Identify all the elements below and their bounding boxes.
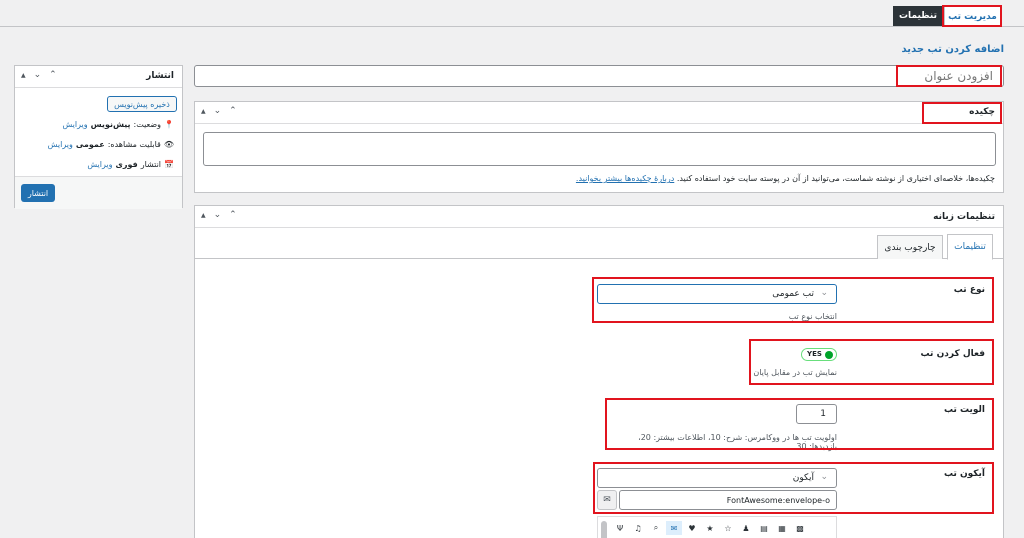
top-tab-bar: تنظیمات مدیریت تب	[0, 0, 1024, 27]
chevron-up-icon[interactable]: ⌃	[229, 106, 237, 116]
triangle-up-icon[interactable]: ▲	[201, 210, 206, 220]
user-icon[interactable]: ♟	[738, 521, 754, 535]
panel-controls: ▲ ⌄ ⌃	[201, 210, 237, 220]
subtab-framing[interactable]: چارچوب بندی	[877, 235, 943, 259]
tab-settings-panel: ▲ ⌄ ⌃ تنظیمات زبانه تنظیمات چارچوب بندی …	[194, 205, 1004, 538]
chevron-up-icon[interactable]: ⌃	[229, 210, 237, 220]
priority-desc: اولویت تب ها در ووکامرس: شرح: 10، اطلاعا…	[638, 433, 837, 451]
tab-settings[interactable]: تنظیمات	[893, 6, 943, 26]
toggle-dot	[825, 351, 833, 359]
excerpt-panel-header: ▲ ⌄ ⌃ چکیده	[195, 102, 1003, 124]
visibility-value: عمومی	[75, 140, 105, 149]
triangle-up-icon[interactable]: ▲	[201, 106, 206, 116]
visibility-edit-link[interactable]: ویرایش	[48, 140, 73, 149]
tab-type-select[interactable]: تب عمومی ⌄	[597, 284, 837, 304]
tab-manage[interactable]: مدیریت تب	[944, 6, 1001, 26]
visibility-label: قابلیت مشاهده:	[107, 140, 161, 149]
scrollbar[interactable]	[601, 521, 607, 538]
priority-input[interactable]: 1	[796, 404, 837, 424]
filter-icon[interactable]: Ψ	[612, 521, 628, 535]
envelope-icon[interactable]: ✉	[666, 521, 682, 535]
excerpt-help-text: چکیده‌ها، خلاصه‌ای اختیاری از نوشته شماس…	[676, 174, 995, 183]
icon-picker: Ψ ♫ ⌕ ✉ ♥ ★ ☆ ♟ ▤ ▦ ▩	[597, 516, 837, 538]
th-large-icon[interactable]: ▦	[774, 521, 790, 535]
tab-settings-title: تنظیمات زبانه	[933, 212, 995, 222]
panel-controls: ▲ ⌄ ⌃	[201, 106, 237, 116]
schedule-edit-link[interactable]: ویرایش	[87, 160, 112, 169]
status-edit-link[interactable]: ویرایش	[62, 120, 87, 129]
film-icon[interactable]: ▤	[756, 521, 772, 535]
envelope-icon: ✉	[597, 490, 617, 510]
chevron-down-icon[interactable]: ⌄	[214, 210, 222, 220]
page-title: اضافه کردن تب جدید	[901, 44, 1004, 55]
chevron-down-icon: ⌄	[820, 288, 828, 298]
icon-label: آیکون تب	[943, 469, 985, 479]
tab-type-value: تب عمومی	[772, 289, 814, 299]
excerpt-panel: ▲ ⌄ ⌃ چکیده چکیده‌ها، خلاصه‌ای اختیاری ا…	[194, 101, 1004, 193]
icon-grid: Ψ ♫ ⌕ ✉ ♥ ★ ☆ ♟ ▤ ▦ ▩	[612, 521, 808, 535]
publish-actions: انتشار	[15, 176, 182, 209]
activate-desc: نمایش تب در مقابل پایان	[753, 368, 837, 377]
triangle-up-icon[interactable]: ▲	[21, 70, 26, 80]
star-icon[interactable]: ★	[702, 521, 718, 535]
star-outline-icon[interactable]: ☆	[720, 521, 736, 535]
publish-panel-header: ▲ ⌄ ⌃ انتشار	[15, 66, 182, 88]
schedule-value: فوری	[115, 160, 138, 169]
panel-controls: ▲ ⌄ ⌃	[21, 70, 57, 80]
excerpt-help: چکیده‌ها، خلاصه‌ای اختیاری از نوشته شماس…	[576, 174, 995, 183]
heart-icon[interactable]: ♥	[684, 521, 700, 535]
chevron-down-icon[interactable]: ⌄	[214, 106, 222, 116]
publish-title: انتشار	[146, 71, 174, 81]
status-label: وضعیت:	[133, 120, 162, 129]
title-input[interactable]	[194, 65, 1004, 87]
icon-value-input[interactable]: FontAwesome:envelope-o	[619, 490, 837, 510]
pin-icon: 📍	[164, 120, 174, 129]
schedule-label: انتشار	[140, 160, 162, 169]
activate-label: فعال کردن تب	[920, 349, 985, 359]
subtab-bar: تنظیمات چارچوب بندی	[195, 234, 1003, 260]
excerpt-title: چکیده	[969, 107, 995, 117]
excerpt-textarea[interactable]	[203, 132, 996, 166]
visibility-row: 👁 قابلیت مشاهده: عمومی ویرایش	[48, 140, 174, 149]
status-value: پیش‌نویس	[90, 120, 131, 129]
chevron-up-icon[interactable]: ⌃	[49, 70, 57, 80]
th-icon[interactable]: ▩	[792, 521, 808, 535]
chevron-down-icon[interactable]: ⌄	[34, 70, 42, 80]
tab-settings-header: ▲ ⌄ ⌃	[195, 206, 1003, 228]
calendar-icon: 📅	[164, 160, 174, 169]
tab-type-desc: انتخاب نوع تب	[788, 312, 837, 321]
publish-button[interactable]: انتشار	[21, 184, 55, 202]
eye-icon: 👁	[163, 140, 174, 149]
priority-label: الویت تب	[943, 405, 985, 415]
status-row: 📍 وضعیت: پیش‌نویس ویرایش	[62, 120, 174, 129]
excerpt-help-link[interactable]: دربارهٔ چکیده‌ها بیشتر بخوانید.	[576, 174, 674, 183]
icon-type-select[interactable]: آیکون ⌄	[597, 468, 837, 488]
schedule-row: 📅 انتشار فوری ویرایش	[87, 160, 174, 169]
publish-panel: ▲ ⌄ ⌃ انتشار ذخیره پیش‌نویس 📍 وضعیت: پیش…	[14, 65, 183, 209]
search-icon[interactable]: ⌕	[648, 521, 664, 535]
subtab-settings[interactable]: تنظیمات	[947, 234, 993, 260]
activate-toggle[interactable]: YES	[801, 348, 837, 361]
icon-type-value: آیکون	[792, 473, 814, 483]
toggle-text: YES	[807, 350, 822, 358]
chevron-down-icon: ⌄	[820, 472, 828, 482]
tab-type-label: نوع تب	[953, 285, 985, 295]
save-draft-button[interactable]: ذخیره پیش‌نویس	[107, 96, 177, 112]
music-icon[interactable]: ♫	[630, 521, 646, 535]
